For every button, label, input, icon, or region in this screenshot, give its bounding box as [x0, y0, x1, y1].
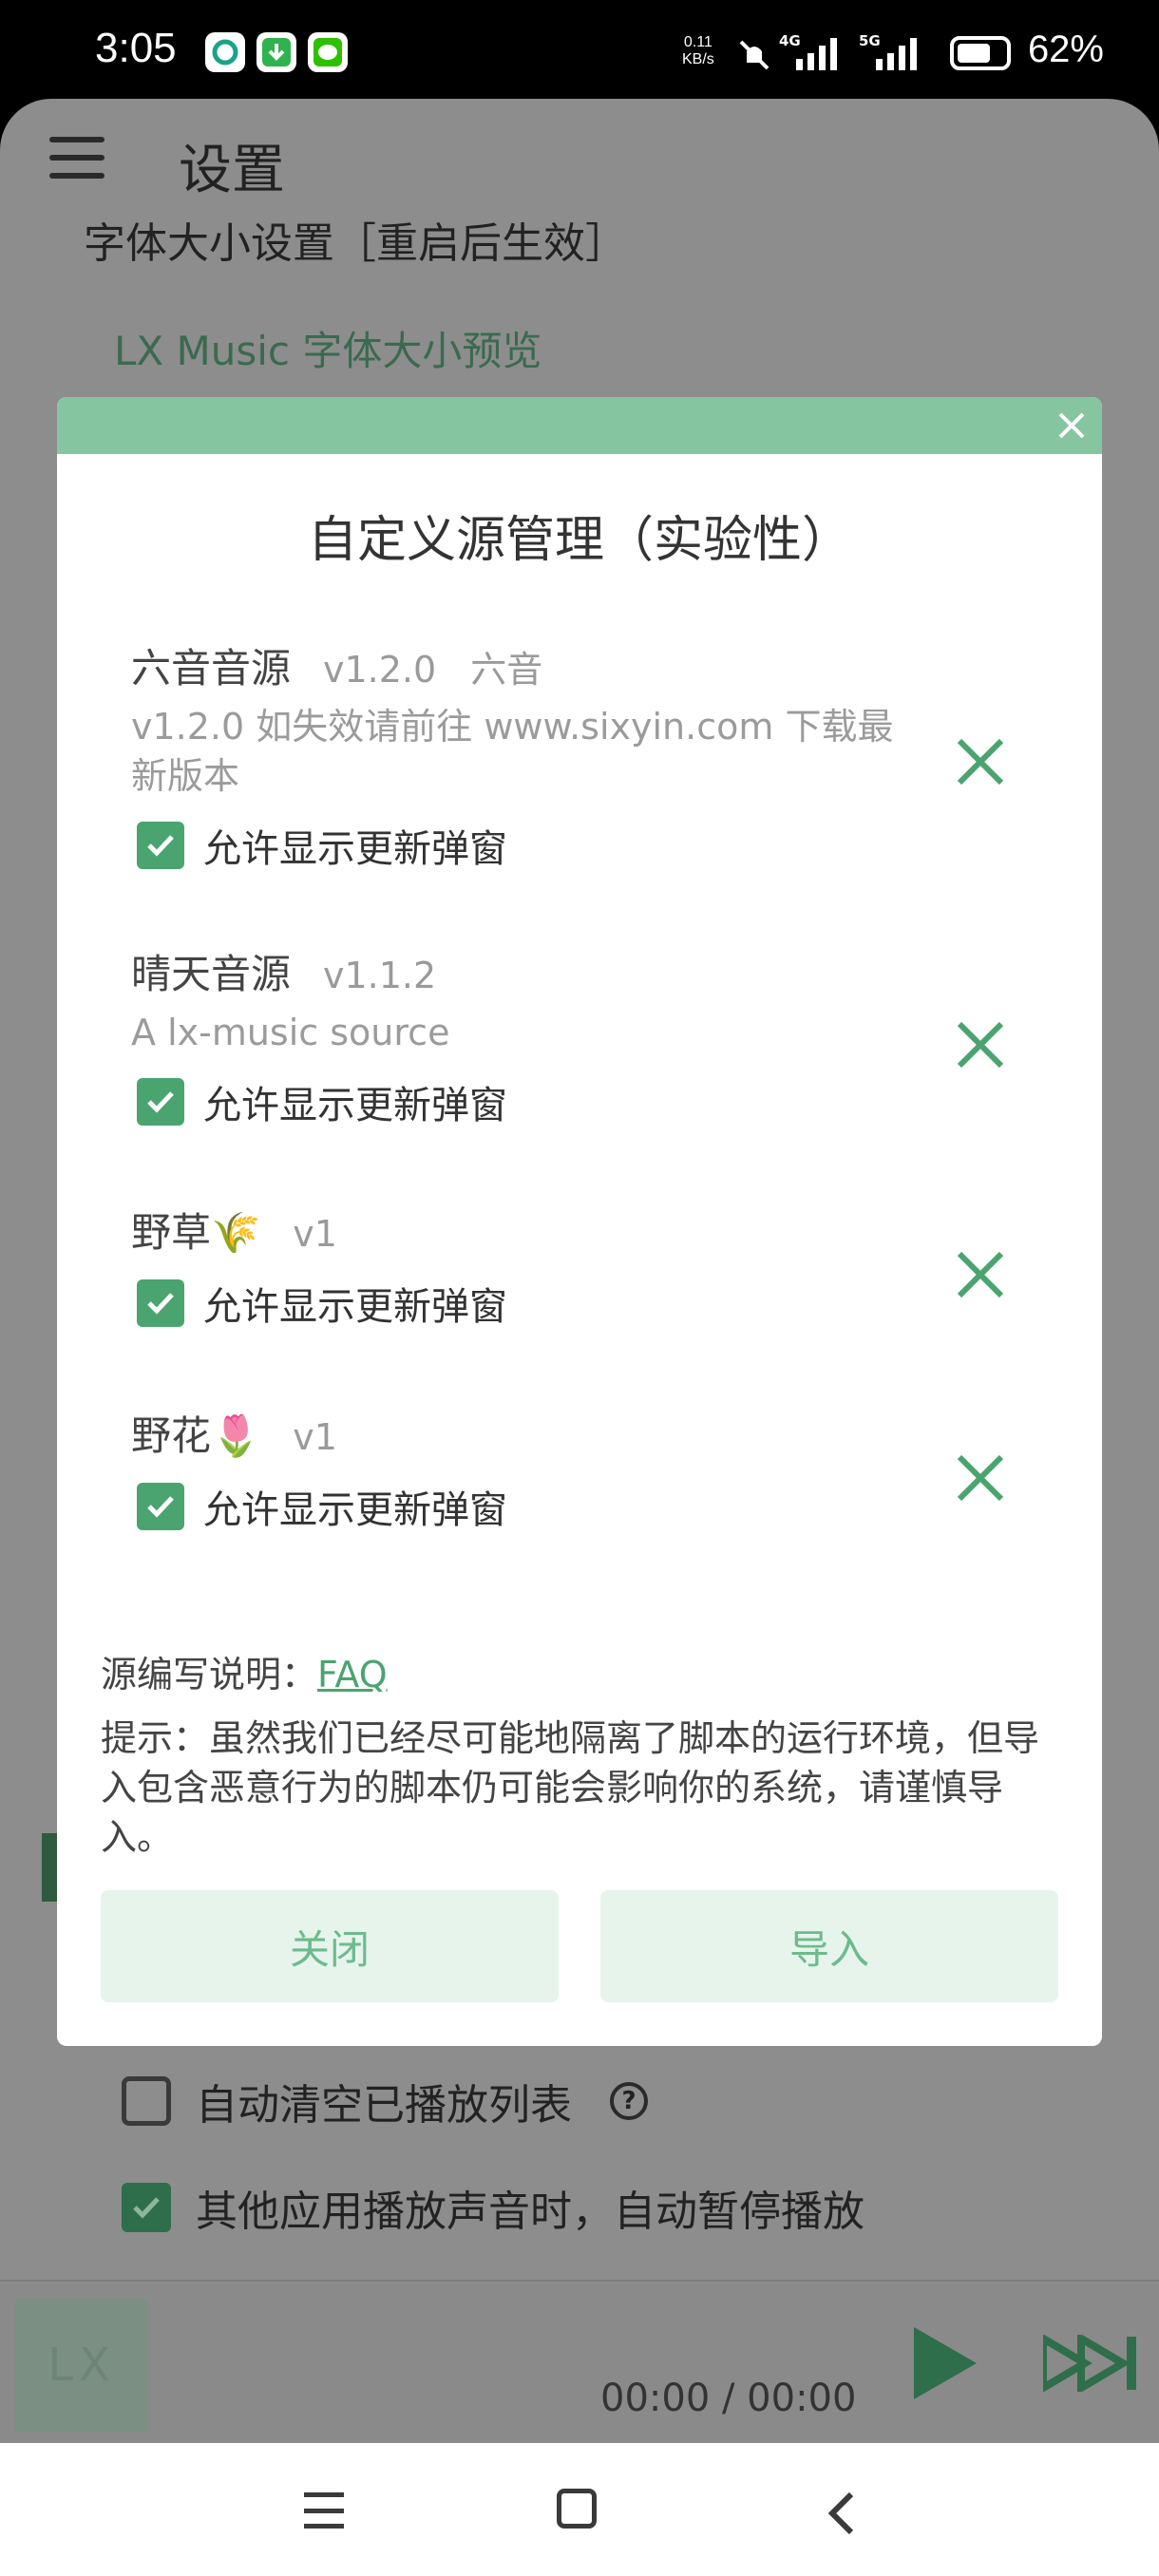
- warning-tip: 提示：虽然我们已经尽可能地隔离了脚本的运行环境，但导入包含恶意行为的脚本仍可能会…: [101, 1717, 1040, 1858]
- auto-clear-setting[interactable]: 自动清空已播放列表 ?: [122, 2071, 648, 2131]
- battery-icon: [950, 36, 1011, 70]
- auto-pause-setting[interactable]: 其他应用播放声音时，自动暂停播放: [122, 2177, 864, 2238]
- source-name: 野草🌾: [131, 1209, 261, 1256]
- close-icon[interactable]: [1051, 405, 1092, 446]
- faq-prefix: 源编写说明：: [101, 1654, 318, 1695]
- help-icon[interactable]: ?: [610, 2082, 648, 2120]
- source-version: v1: [293, 1416, 337, 1458]
- dialog-title: 自定义源管理（实验性）: [307, 512, 851, 569]
- source-item: 野花🌷 v1 允许显示更新弹窗: [131, 1404, 986, 1534]
- source-version: v1.2.0: [323, 649, 437, 691]
- allow-update-label: 允许显示更新弹窗: [203, 1084, 507, 1127]
- allow-update-popup-option[interactable]: 允许显示更新弹窗: [131, 1479, 986, 1534]
- allow-update-label: 允许显示更新弹窗: [203, 827, 507, 871]
- signal-icon-2: [876, 38, 917, 70]
- remove-source-icon[interactable]: [954, 735, 1007, 788]
- remove-source-icon[interactable]: [954, 1248, 1007, 1301]
- battery-percent: 62%: [1027, 28, 1104, 70]
- system-navigation-bar: [0, 2443, 1159, 2576]
- wechat-notification-icon: [308, 32, 348, 72]
- import-button[interactable]: 导入: [600, 1890, 1058, 2002]
- allow-update-checkbox[interactable]: [137, 822, 184, 869]
- next-track-icon[interactable]: [1043, 2335, 1159, 2392]
- faq-link[interactable]: FAQ: [317, 1654, 388, 1695]
- back-icon[interactable]: [813, 2485, 870, 2542]
- remove-source-icon[interactable]: [954, 1451, 1007, 1505]
- dialog-header-bar: [57, 397, 1102, 454]
- play-icon[interactable]: [914, 2327, 977, 2399]
- source-name: 六音音源: [131, 645, 292, 691]
- play-time: 00:00 / 00:00: [600, 2377, 857, 2420]
- source-item: 六音音源 v1.2.0 六音 v1.2.0 如失效请前往 www.sixyin.…: [131, 636, 986, 873]
- allow-update-label: 允许显示更新弹窗: [203, 1488, 507, 1532]
- auto-clear-label: 自动清空已播放列表: [196, 2081, 572, 2130]
- close-button[interactable]: 关闭: [101, 1890, 559, 2002]
- custom-source-dialog: 自定义源管理（实验性） 六音音源 v1.2.0 六音 v1.2.0 如失效请前往…: [57, 397, 1102, 2046]
- download-notification-icon: [256, 32, 296, 72]
- allow-update-checkbox[interactable]: [137, 1279, 184, 1327]
- player-bar: LX 00:00 / 00:00: [0, 2280, 1159, 2443]
- album-cover[interactable]: LX: [15, 2299, 148, 2432]
- allow-update-popup-option[interactable]: 允许显示更新弹窗: [131, 818, 986, 873]
- allow-update-popup-option[interactable]: 允许显示更新弹窗: [131, 1276, 986, 1331]
- network-speed: 0.11 KB/s: [682, 34, 714, 67]
- signal-icon-1: [796, 38, 837, 70]
- auto-pause-label: 其他应用播放声音时，自动暂停播放: [196, 2188, 864, 2236]
- source-version: v1.1.2: [323, 955, 437, 996]
- source-name: 晴天音源: [131, 951, 292, 997]
- source-description: v1.2.0 如失效请前往 www.sixyin.com 下载最新版本: [131, 706, 894, 797]
- source-version: v1: [293, 1213, 337, 1255]
- font-size-setting-label: 字体大小设置［重启后生效］: [84, 219, 627, 268]
- source-author: 六音: [470, 649, 543, 691]
- menu-icon[interactable]: [49, 137, 104, 179]
- home-icon[interactable]: [557, 2489, 597, 2529]
- mute-icon: [735, 36, 773, 78]
- allow-update-popup-option[interactable]: 允许显示更新弹窗: [131, 1074, 986, 1129]
- app-notification-icon: [205, 32, 245, 72]
- page-title: 设置: [179, 140, 285, 201]
- faq-line: 源编写说明：FAQ: [101, 1645, 388, 1697]
- font-preview-text: LX Music 字体大小预览: [114, 328, 542, 374]
- allow-update-checkbox[interactable]: [137, 1078, 184, 1126]
- source-name: 野花🌷: [131, 1412, 261, 1459]
- source-description: A lx-music source: [131, 1012, 450, 1053]
- status-time: 3:05: [95, 25, 177, 71]
- auto-clear-checkbox[interactable]: [122, 2076, 171, 2126]
- remove-source-icon[interactable]: [954, 1018, 1007, 1071]
- status-bar: 3:05 0.11 KB/s 4G 5G 62%: [0, 0, 1159, 104]
- auto-pause-checkbox[interactable]: [122, 2183, 171, 2232]
- recent-apps-icon[interactable]: [304, 2492, 344, 2529]
- allow-update-label: 允许显示更新弹窗: [203, 1285, 507, 1329]
- source-item: 野草🌾 v1 允许显示更新弹窗: [131, 1201, 986, 1331]
- source-item: 晴天音源 v1.1.2 A lx-music source 允许显示更新弹窗: [131, 942, 986, 1129]
- allow-update-checkbox[interactable]: [137, 1483, 184, 1530]
